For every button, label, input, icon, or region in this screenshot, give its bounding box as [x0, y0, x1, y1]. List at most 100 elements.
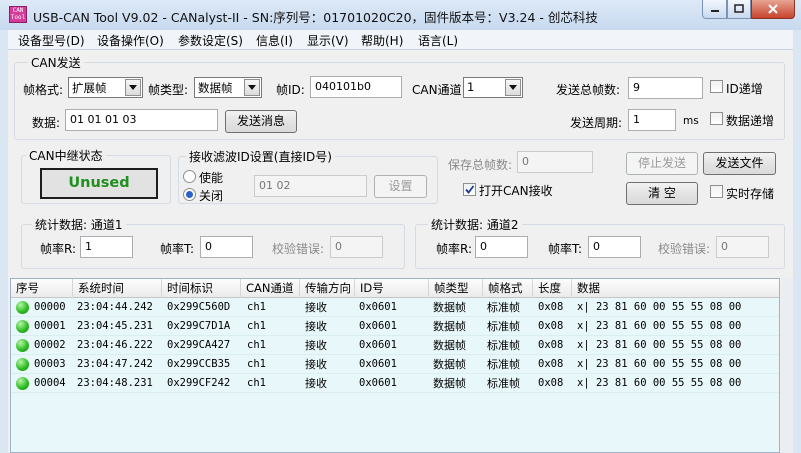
filter-id-input[interactable]: 01 02 — [254, 175, 367, 197]
stats2-rate-r-input: 0 — [475, 236, 528, 258]
relay-status-indicator: Unused — [40, 168, 158, 199]
cell-timestamp: 0x299CA427 — [167, 339, 231, 351]
chevron-down-icon — [505, 79, 521, 96]
chevron-down-icon — [125, 79, 141, 96]
cell-id: 0x0601 — [359, 301, 397, 313]
menu-help[interactable]: 帮助(H) — [361, 32, 403, 49]
data-label: 数据: — [32, 116, 61, 130]
send-file-button[interactable]: 发送文件 — [703, 152, 776, 175]
column-header[interactable]: 帧格式 — [483, 279, 533, 298]
relay-status-label: CAN中继状态 — [26, 147, 106, 164]
filter-enable-radio[interactable] — [183, 170, 196, 183]
column-header[interactable]: 系统时间 — [73, 279, 162, 298]
status-ok-icon — [16, 358, 29, 371]
frame-format-select[interactable]: 扩展帧 — [68, 77, 143, 98]
vertical-scrollbar[interactable] — [781, 278, 793, 453]
cell-length: 0x08 — [538, 358, 564, 370]
minimize-icon — [710, 10, 719, 12]
menu-device-model[interactable]: 设备型号(D) — [18, 32, 85, 49]
cell-direction: 接收 — [305, 339, 327, 352]
frame-type-value: 数据帧 — [198, 81, 233, 95]
saved-frames-label: 保存总帧数: — [448, 158, 513, 172]
can-channel-select[interactable]: 1 — [463, 77, 523, 98]
column-header[interactable]: CAN通道 — [241, 279, 300, 298]
stop-send-button[interactable]: 停止发送 — [626, 152, 698, 175]
cell-frame-format: 标准帧 — [487, 377, 520, 390]
id-increment-label: ID递增 — [726, 82, 763, 96]
menu-device-operation[interactable]: 设备操作(O) — [97, 32, 164, 49]
can-send-group-label: CAN发送 — [28, 54, 84, 71]
cell-data: x| 23 81 60 00 55 55 08 00 — [577, 377, 742, 389]
frame-id-input[interactable]: 040101b0 — [310, 76, 402, 98]
clear-button[interactable]: 清 空 — [626, 182, 698, 205]
period-input[interactable]: 1 — [628, 109, 676, 131]
minimize-button[interactable] — [702, 0, 727, 19]
cell-timestamp: 0x299C7D1A — [167, 320, 231, 332]
cell-index: 00000 — [34, 301, 66, 313]
frame-type-select[interactable]: 数据帧 — [194, 77, 262, 98]
close-button[interactable] — [751, 0, 795, 19]
filter-disable-radio[interactable] — [183, 188, 196, 201]
table-row[interactable]: 00001 23:04:45.231 0x299C7D1A ch1 接收 0x0… — [11, 317, 779, 336]
cell-index: 00002 — [34, 339, 66, 351]
column-header[interactable]: 传输方向 — [300, 279, 355, 298]
cell-id: 0x0601 — [359, 377, 397, 389]
stats1-error-input: 0 — [330, 236, 383, 258]
send-message-button[interactable]: 发送消息 — [225, 110, 297, 133]
column-header[interactable]: 数据 — [572, 279, 779, 298]
total-frames-input[interactable]: 9 — [628, 77, 703, 99]
data-increment-checkbox[interactable] — [710, 112, 723, 125]
cell-data: x| 23 81 60 00 55 55 08 00 — [577, 301, 742, 313]
open-receive-checkbox[interactable] — [463, 183, 476, 196]
column-header[interactable]: 长度 — [533, 279, 572, 298]
maximize-button[interactable] — [727, 0, 751, 19]
stats2-error-label: 校验错误: — [658, 242, 711, 256]
cell-channel: ch1 — [247, 320, 266, 332]
menu-parameter-settings[interactable]: 参数设定(S) — [178, 32, 243, 49]
column-header[interactable]: 时间标识 — [162, 279, 241, 298]
id-increment-checkbox[interactable] — [710, 80, 723, 93]
frame-id-label: 帧ID: — [276, 83, 305, 97]
cell-frame-type: 数据帧 — [433, 377, 466, 390]
cell-timestamp: 0x299C560D — [167, 301, 231, 313]
chevron-down-icon — [244, 79, 260, 96]
table-row[interactable]: 00000 23:04:44.242 0x299C560D ch1 接收 0x0… — [11, 298, 779, 317]
table-row[interactable]: 00004 23:04:48.231 0x299CF242 ch1 接收 0x0… — [11, 374, 779, 393]
cell-direction: 接收 — [305, 320, 327, 333]
cell-channel: ch1 — [247, 358, 266, 370]
cell-channel: ch1 — [247, 339, 266, 351]
cell-direction: 接收 — [305, 377, 327, 390]
cell-id: 0x0601 — [359, 339, 397, 351]
message-list-header: 序号 系统时间 时间标识 CAN通道 传输方向 ID号 帧类型 帧格式 长度 数… — [11, 279, 779, 298]
cell-frame-format: 标准帧 — [487, 339, 520, 352]
cell-frame-format: 标准帧 — [487, 301, 520, 314]
saved-frames-input: 0 — [517, 151, 593, 173]
window-title: USB-CAN Tool V9.02 - CANalyst-II - SN:序列… — [33, 10, 598, 25]
data-increment-label: 数据递增 — [726, 114, 775, 128]
column-header[interactable]: 帧类型 — [429, 279, 483, 298]
filter-set-button[interactable]: 设置 — [374, 175, 427, 198]
table-row[interactable]: 00003 23:04:47.242 0x299CCB35 ch1 接收 0x0… — [11, 355, 779, 374]
stats1-rate-t-input: 0 — [200, 236, 253, 258]
menu-display[interactable]: 显示(V) — [307, 32, 349, 49]
table-row[interactable]: 00002 23:04:46.222 0x299CA427 ch1 接收 0x0… — [11, 336, 779, 355]
menu-language[interactable]: 语言(L) — [418, 32, 458, 49]
menu-info[interactable]: 信息(I) — [256, 32, 293, 49]
frame-type-label: 帧类型: — [148, 83, 189, 97]
cell-system-time: 23:04:47.242 — [77, 358, 153, 370]
cell-index: 00001 — [34, 320, 66, 332]
cell-timestamp: 0x299CF242 — [167, 377, 231, 389]
column-header[interactable]: ID号 — [355, 279, 429, 298]
data-input[interactable]: 01 01 01 03 — [65, 109, 218, 131]
cell-id: 0x0601 — [359, 358, 397, 370]
message-list[interactable]: 序号 系统时间 时间标识 CAN通道 传输方向 ID号 帧类型 帧格式 长度 数… — [10, 278, 780, 453]
filter-group-label: 接收滤波ID设置(直接ID号) — [186, 148, 335, 165]
realtime-save-checkbox[interactable] — [710, 185, 723, 198]
filter-enable-label: 使能 — [199, 171, 224, 185]
status-ok-icon — [16, 301, 29, 314]
cell-frame-type: 数据帧 — [433, 339, 466, 352]
column-header[interactable]: 序号 — [11, 279, 73, 298]
filter-disable-label: 关闭 — [199, 189, 224, 203]
stats2-rate-t-label: 帧率T: — [548, 242, 583, 256]
cell-system-time: 23:04:48.231 — [77, 377, 153, 389]
